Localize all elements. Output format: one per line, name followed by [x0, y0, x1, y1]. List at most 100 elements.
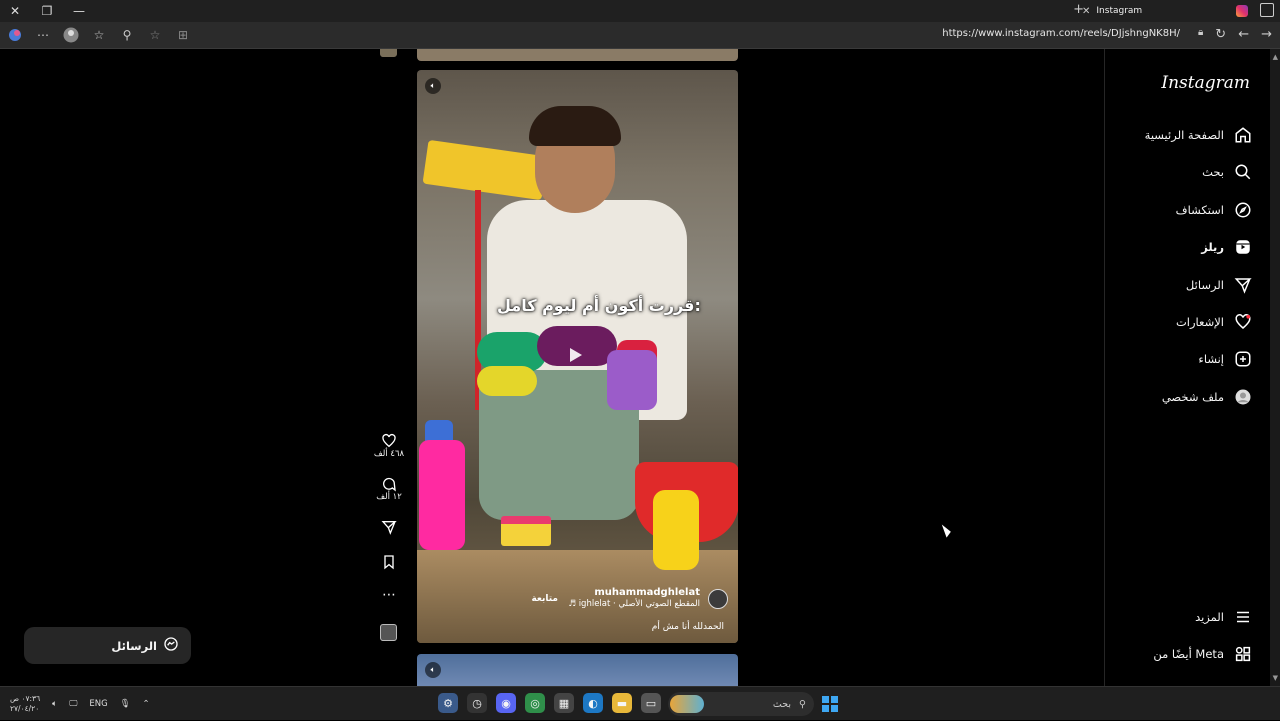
scroll-up-icon[interactable]: ▲ — [1273, 53, 1278, 61]
previous-reel[interactable] — [417, 49, 738, 61]
scrollbar[interactable] — [1270, 49, 1280, 686]
nav-meta-label: أيضًا من Meta — [1153, 647, 1224, 661]
clock[interactable]: ٠٧:٣٦ ص ٢٧/٠٤/٢٠ — [10, 694, 40, 714]
file-explorer-icon[interactable]: ▬ — [612, 693, 632, 713]
window-controls: ✕ ❐ — — [6, 0, 88, 22]
heart-icon — [1234, 313, 1252, 331]
video-sponge — [501, 516, 551, 546]
taskbar-search[interactable]: بحث ⚲ — [668, 692, 814, 716]
nav-search[interactable]: بحث — [1202, 163, 1252, 181]
video-hair — [529, 106, 621, 146]
tab-actions-icon[interactable] — [1260, 3, 1274, 17]
follow-button[interactable]: متابعة — [531, 594, 558, 604]
profile-icon — [1234, 388, 1252, 406]
nav-notifications[interactable]: الإشعارات — [1176, 313, 1252, 331]
more-action-icon[interactable]: ⋯ — [372, 587, 406, 603]
audio-thumbnail[interactable] — [380, 624, 397, 641]
close-window-icon[interactable]: ✕ — [6, 2, 24, 20]
forward-icon[interactable]: → — [1261, 27, 1272, 42]
comment-action[interactable]: ١٢ ألف — [372, 476, 406, 502]
back-icon[interactable]: ← — [1238, 27, 1249, 42]
reel-audio[interactable]: ♬ ighlelat · المقطع الصوتي الأصلي — [568, 599, 700, 609]
windows-start-icon[interactable] — [822, 696, 838, 712]
language-indicator[interactable]: ENG — [89, 699, 107, 709]
comment-icon — [383, 477, 396, 492]
video-text-overlay: قررت أكون أم ليوم كامل: — [497, 296, 701, 315]
nav-explore-label: استكشاف — [1175, 203, 1224, 217]
messenger-icon — [163, 636, 179, 655]
previous-reel-avatar[interactable] — [380, 49, 397, 57]
nav-reels[interactable]: ريلز — [1201, 238, 1252, 256]
chevron-up-icon[interactable]: ⌃ — [143, 699, 150, 709]
share-action[interactable] — [372, 519, 406, 535]
windows-taskbar: ٠٧:٣٦ ص ٢٧/٠٤/٢٠ 🔈︎ 🖵︎ ENG 🎙︎ ⌃ ⚙ ◷ ◉ ◎ … — [0, 686, 1280, 720]
nav-more[interactable]: المزيد — [1195, 608, 1252, 626]
system-tray: ٠٧:٣٦ ص ٢٧/٠٤/٢٠ 🔈︎ 🖵︎ ENG 🎙︎ ⌃ — [10, 687, 150, 721]
like-heart-icon — [382, 433, 396, 448]
discord-app-icon[interactable]: ◉ — [496, 693, 516, 713]
minimize-window-icon[interactable]: — — [70, 2, 88, 20]
author-name[interactable]: muhammadghlelat — [594, 587, 700, 598]
volume-tray-icon[interactable]: 🔈︎ — [52, 699, 57, 709]
nav-search-label: بحث — [1202, 165, 1224, 179]
nav-more-label: المزيد — [1195, 610, 1224, 624]
nav-create[interactable]: إنشاء — [1198, 350, 1252, 368]
chrome-app-icon[interactable]: ◎ — [525, 693, 545, 713]
nav-home[interactable]: الصفحة الرئيسية — [1145, 126, 1252, 144]
restore-window-icon[interactable]: ❐ — [38, 2, 56, 20]
volume-icon[interactable]: 🔈︎ — [425, 78, 441, 94]
nav-explore[interactable]: استكشاف — [1176, 201, 1252, 219]
author-avatar[interactable] — [708, 589, 728, 609]
nav-messages-label: الرسائل — [1185, 278, 1224, 292]
clock-app-icon[interactable]: ◷ — [467, 693, 487, 713]
settings-app-icon[interactable]: ⚙ — [438, 693, 458, 713]
video-clothes — [477, 366, 537, 396]
instagram-sidebar: Instagram الصفحة الرئيسية بحث استكشاف ري… — [1104, 49, 1270, 686]
favorites-icon[interactable]: ☆ — [90, 26, 108, 44]
play-icon[interactable] — [570, 348, 582, 362]
copilot-icon[interactable] — [6, 26, 24, 44]
tab-close-icon[interactable]: ✕ — [1082, 6, 1090, 17]
bookmark-icon — [384, 555, 394, 570]
network-icon[interactable]: 🖵︎ — [69, 699, 77, 709]
scroll-down-icon[interactable]: ▼ — [1273, 674, 1278, 682]
browser-titlebar: ✕ ❐ — + ✕ Instagram — [0, 0, 1280, 22]
url-field[interactable]: https://www.instagram.com/reels/DJjshngN… — [942, 28, 1180, 39]
extensions-icon[interactable]: ⚲ — [118, 26, 136, 44]
comment-count: ١٢ ألف — [376, 492, 402, 502]
messages-pill[interactable]: الرسائل — [24, 627, 191, 664]
like-action[interactable]: ٤٦٨ ألف — [372, 433, 406, 459]
instagram-logo[interactable]: Instagram — [1161, 73, 1250, 93]
menu-icon — [1234, 608, 1252, 626]
add-favorite-icon[interactable]: ☆ — [146, 26, 164, 44]
nav-profile[interactable]: ملف شخصي — [1162, 388, 1252, 406]
nav-create-label: إنشاء — [1198, 352, 1224, 366]
nav-messages[interactable]: الرسائل — [1186, 276, 1252, 294]
more-options-icon[interactable]: ⋯ — [34, 26, 52, 44]
microphone-icon[interactable]: 🎙︎ — [120, 699, 131, 709]
notepad-app-icon[interactable]: ▭ — [641, 693, 661, 713]
edge-app-icon[interactable]: ◐ — [583, 693, 603, 713]
plus-icon — [1234, 350, 1252, 368]
like-count: ٤٦٨ ألف — [373, 449, 405, 459]
app-available-icon[interactable]: ⊞ — [174, 26, 192, 44]
next-reel[interactable]: 🔈︎ — [417, 654, 738, 686]
search-highlight-image — [670, 695, 704, 713]
refresh-icon[interactable]: ↻ — [1215, 27, 1226, 42]
profile-avatar-icon[interactable] — [62, 26, 80, 44]
instagram-favicon-icon — [1236, 5, 1248, 17]
video-clothes — [607, 350, 657, 410]
video-bottle — [419, 440, 465, 550]
address-bar: ⋯ ☆ ⚲ ☆ ⊞ https://www.instagram.com/reel… — [0, 22, 1280, 49]
next-volume-icon[interactable]: 🔈︎ — [425, 662, 441, 678]
reel-video[interactable]: 🔈︎ قررت أكون أم ليوم كامل: muhammadghlel… — [417, 70, 738, 643]
save-action[interactable] — [372, 554, 406, 570]
home-icon — [1234, 126, 1252, 144]
nav-meta[interactable]: أيضًا من Meta — [1153, 645, 1252, 663]
reel-caption[interactable]: الحمدلله أنا مش أم — [652, 622, 724, 632]
store-app-icon[interactable]: ▦ — [554, 693, 574, 713]
reels-icon — [1234, 238, 1252, 256]
browser-tab[interactable]: ✕ Instagram — [1082, 2, 1252, 20]
lock-icon[interactable]: 🔒︎ — [1198, 27, 1203, 42]
video-glove — [653, 490, 699, 570]
